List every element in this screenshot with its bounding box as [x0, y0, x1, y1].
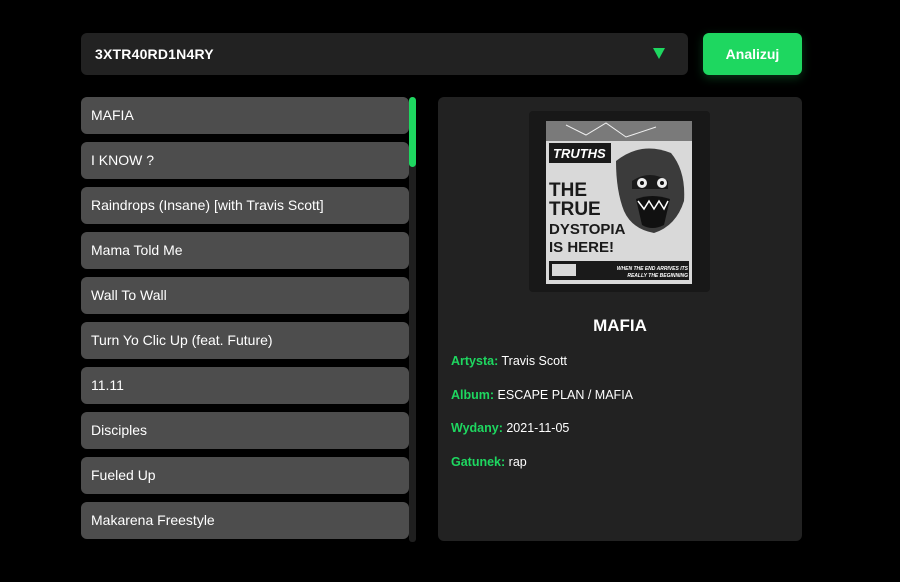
artist-label: Artysta: — [451, 354, 499, 368]
album-cover: TRUTHS THE TRUE DYSTOPIA IS HERE! WHEN T… — [546, 121, 692, 284]
track-item[interactable]: Makarena Freestyle — [81, 502, 409, 539]
cover-headline-line: TRUE — [549, 199, 601, 220]
track-item[interactable]: Mama Told Me — [81, 232, 409, 269]
album-value: ESCAPE PLAN / MAFIA — [497, 388, 634, 402]
cover-footer-line: REALLY THE BEGINNING — [627, 273, 688, 279]
playlist-select-value: 3XTR40RD1N4RY — [95, 46, 214, 62]
track-item[interactable]: Wall To Wall — [81, 277, 409, 314]
track-item[interactable]: Turn Yo Clic Up (feat. Future) — [81, 322, 409, 359]
genre-label: Gatunek: — [451, 455, 506, 469]
cover-headline-line: DYSTOPIA — [549, 221, 626, 238]
track-list-scrollbar[interactable] — [409, 97, 416, 542]
track-item[interactable]: MAFIA — [81, 97, 409, 134]
track-details-panel: TRUTHS THE TRUE DYSTOPIA IS HERE! WHEN T… — [438, 97, 802, 541]
cover-headline-line: THE — [549, 180, 587, 201]
genre-value: rap — [508, 455, 527, 469]
track-title: MAFIA — [593, 316, 647, 335]
track-item[interactable]: Disciples — [81, 412, 409, 449]
release-date-label: Wydany: — [451, 421, 503, 435]
release-date-row: Wydany: 2021-11-05 — [451, 421, 569, 435]
playlist-select[interactable]: 3XTR40RD1N4RY — [81, 33, 688, 75]
cover-headline-line: IS HERE! — [549, 239, 614, 256]
track-item[interactable]: Fueled Up — [81, 457, 409, 494]
scrollbar-thumb[interactable] — [409, 97, 416, 167]
chevron-down-icon[interactable] — [653, 48, 665, 59]
analyze-button[interactable]: Analizuj — [703, 33, 802, 75]
album-cover-frame: TRUTHS THE TRUE DYSTOPIA IS HERE! WHEN T… — [529, 111, 710, 292]
cover-masthead: TRUTHS — [553, 146, 606, 161]
track-item[interactable]: Raindrops (Insane) [with Travis Scott] — [81, 187, 409, 224]
genre-row: Gatunek: rap — [451, 455, 527, 469]
artist-value: Travis Scott — [501, 354, 568, 368]
cover-footer-line: WHEN THE END ARRIVES ITS — [617, 266, 689, 272]
track-item[interactable]: I KNOW ? — [81, 142, 409, 179]
track-list[interactable]: MAFIA I KNOW ? Raindrops (Insane) [with … — [81, 97, 409, 542]
album-row: Album: ESCAPE PLAN / MAFIA — [451, 388, 633, 402]
album-label: Album: — [451, 388, 495, 402]
track-item[interactable]: 11.11 — [81, 367, 409, 404]
release-date-value: 2021-11-05 — [506, 421, 570, 435]
artist-row: Artysta: Travis Scott — [451, 354, 567, 368]
